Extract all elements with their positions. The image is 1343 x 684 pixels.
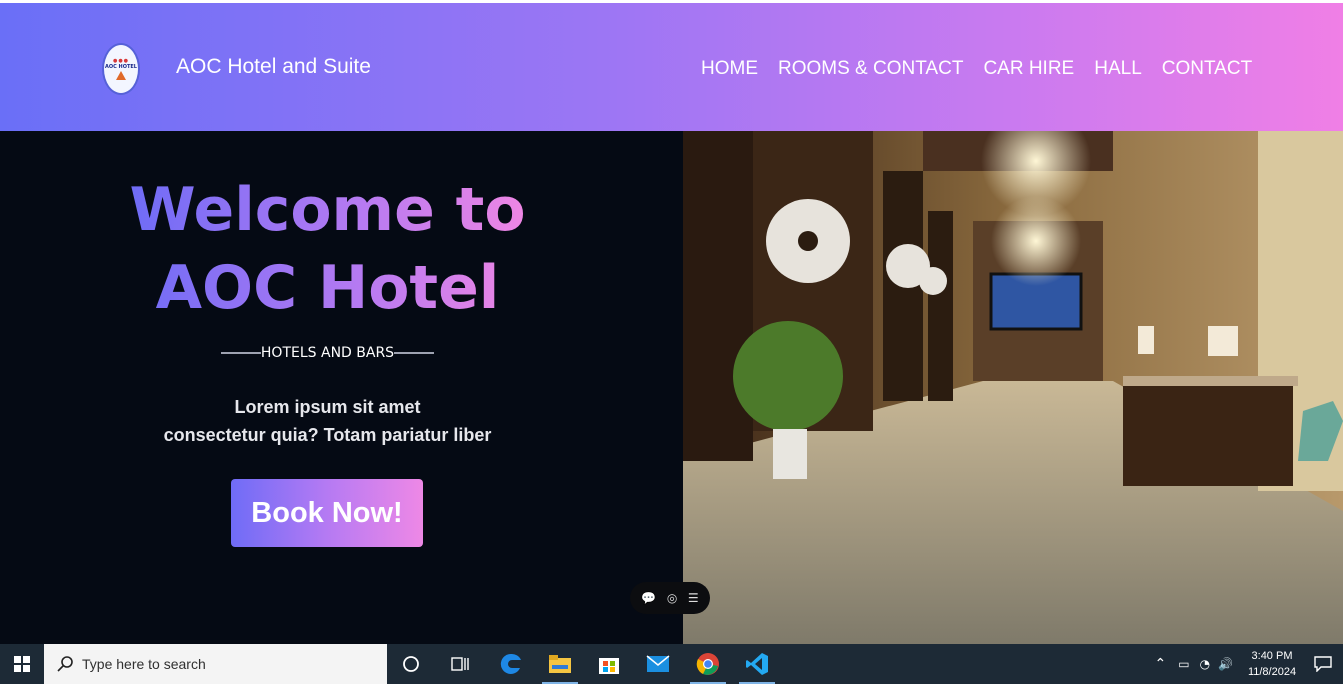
hero-description-line2: consectetur quia? Totam pariatur liber (163, 425, 492, 445)
hotel-lobby-image (683, 131, 1343, 644)
clock-time: 3:40 PM (1251, 650, 1293, 662)
vscode-icon[interactable] (735, 644, 779, 684)
file-explorer-icon[interactable] (538, 644, 582, 684)
hero-title-line2: AOC Hotel (155, 253, 500, 323)
windows-taskbar: ⌃ ▭ ◔ 🔊 3:40 PM 11/8/2024 (0, 644, 1343, 684)
nav-contact[interactable]: CONTACT (1162, 58, 1252, 80)
book-now-button[interactable]: Book Now! (231, 479, 423, 547)
windows-logo-icon (14, 656, 30, 672)
nav-home[interactable]: HOME (701, 58, 758, 80)
brand-name[interactable]: AOC Hotel and Suite (176, 55, 371, 79)
battery-icon[interactable]: ▭ (1178, 657, 1189, 671)
chevron-up-icon[interactable]: ⌃ (1154, 656, 1166, 672)
clock[interactable]: 3:40 PM 11/8/2024 (1241, 648, 1303, 680)
system-tray: ⌃ ▭ ◔ 🔊 3:40 PM 11/8/2024 (1154, 644, 1343, 684)
taskbar-search[interactable] (44, 644, 387, 684)
notifications-icon[interactable] (1303, 644, 1343, 684)
wifi-icon[interactable]: ◔ (1200, 657, 1210, 671)
lobby-illustration (683, 131, 1343, 644)
hero-subtitle: HOTELS AND BARS (260, 345, 395, 361)
clock-date: 11/8/2024 (1247, 666, 1297, 678)
search-input[interactable] (80, 655, 374, 673)
task-view-icon[interactable] (389, 644, 433, 684)
main-nav: HOME ROOMS & CONTACT CAR HIRE HALL CONTA… (701, 58, 1252, 80)
edge-icon[interactable] (489, 644, 533, 684)
store-icon[interactable] (587, 644, 631, 684)
view-icon[interactable]: ◎ (667, 591, 677, 605)
nav-rooms-contact[interactable]: ROOMS & CONTACT (778, 58, 963, 80)
hero-title-line1: Welcome to (129, 175, 526, 245)
logo-emblem-icon (116, 71, 126, 80)
menu-icon[interactable]: ☰ (688, 591, 699, 605)
subtitle-divider-left (220, 352, 261, 354)
mail-icon[interactable] (636, 644, 680, 684)
search-icon (57, 656, 73, 672)
hero-description-line1: Lorem ipsum sit amet (234, 397, 421, 417)
subtitle-divider-right (394, 352, 435, 354)
chrome-icon[interactable] (686, 644, 730, 684)
floating-toolbar: 💬 ◎ ☰ (630, 582, 710, 614)
logo-text: AOC HOTEL (105, 64, 137, 70)
hero-text-panel: Welcome to AOC Hotel HOTELS AND BARS Lor… (0, 131, 683, 644)
timeline-icon[interactable] (438, 644, 482, 684)
volume-icon[interactable]: 🔊 (1218, 657, 1233, 671)
hero-title: Welcome to AOC Hotel (0, 171, 655, 327)
nav-car-hire[interactable]: CAR HIRE (983, 58, 1074, 80)
hero-description: Lorem ipsum sit amet consectetur quia? T… (0, 393, 655, 449)
site-header: ●●● AOC HOTEL AOC Hotel and Suite HOME R… (0, 3, 1343, 131)
nav-hall[interactable]: HALL (1094, 58, 1142, 80)
comment-icon[interactable]: 💬 (641, 591, 656, 605)
hotel-logo[interactable]: ●●● AOC HOTEL (102, 43, 140, 95)
windows-start-button[interactable] (0, 644, 44, 684)
hero-subtitle-row: HOTELS AND BARS (220, 345, 435, 361)
